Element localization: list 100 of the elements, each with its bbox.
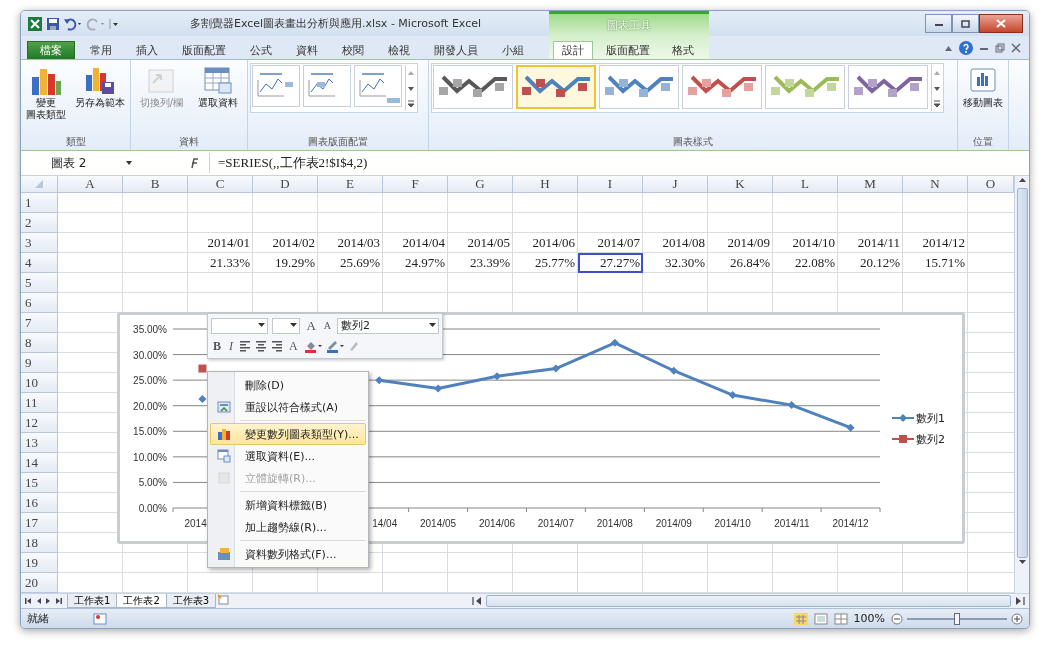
table-cell[interactable]: 2014/06 (513, 233, 578, 253)
table-cell[interactable]: 2014/11 (838, 233, 903, 253)
table-cell[interactable]: 2014/04 (383, 233, 448, 253)
help-icon[interactable] (959, 41, 973, 55)
formula-field[interactable]: =SERIES(,,工作表2!$I$4,2) (210, 154, 368, 172)
ribbon-tab[interactable]: 公式 (241, 41, 281, 59)
dropdown-caret-icon[interactable] (258, 323, 266, 329)
row-header[interactable]: 19 (21, 553, 58, 573)
save-icon[interactable] (46, 16, 60, 31)
last-sheet-icon[interactable] (55, 597, 62, 605)
record-macro-icon[interactable] (93, 612, 107, 625)
data-point[interactable] (375, 376, 384, 385)
ribbon-button[interactable]: 另存為範本 (72, 63, 127, 111)
file-tab[interactable]: 檔案 (27, 41, 75, 59)
row-header[interactable]: 3 (21, 233, 58, 253)
italic-button[interactable]: I (227, 338, 235, 354)
style-thumbnail[interactable] (765, 65, 845, 109)
menu-item[interactable]: 資料數列格式(F)... (210, 543, 366, 565)
menu-item[interactable]: 加上趨勢線(R)... (210, 516, 366, 538)
menu-item[interactable]: 新增資料標籤(B) (210, 494, 366, 516)
ribbon-tab[interactable]: 格式 (663, 41, 703, 59)
table-cell[interactable]: 25.69% (318, 253, 383, 273)
bold-button[interactable]: B (211, 338, 223, 354)
data-point[interactable] (198, 364, 207, 373)
sheet-tab[interactable]: 工作表2 (116, 594, 167, 608)
row-header[interactable]: 5 (21, 273, 58, 293)
data-point[interactable] (434, 384, 443, 393)
column-header[interactable]: C (188, 176, 253, 193)
table-cell[interactable]: 2014/08 (643, 233, 708, 253)
slider-thumb[interactable] (954, 612, 960, 625)
column-header[interactable]: F (383, 176, 448, 193)
table-cell[interactable]: 20.12% (838, 253, 903, 273)
menu-item[interactable]: 變更數列圖表類型(Y)... (210, 423, 366, 445)
ribbon-tab[interactable]: 小組 (493, 41, 533, 59)
horizontal-scrollbar[interactable] (486, 595, 1011, 607)
row-header[interactable]: 18 (21, 533, 58, 553)
prev-sheet-icon[interactable] (35, 597, 42, 605)
table-cell[interactable]: 2014/01 (188, 233, 253, 253)
style-thumbnail[interactable] (682, 65, 762, 109)
page-break-icon[interactable] (833, 612, 848, 625)
table-cell[interactable]: 27.27% (578, 253, 643, 273)
minimize-button[interactable] (925, 14, 952, 33)
align-right-icon[interactable] (271, 340, 283, 353)
row-header[interactable]: 11 (21, 393, 58, 413)
restore-icon[interactable] (995, 43, 1005, 53)
column-header[interactable]: E (318, 176, 383, 193)
align-left-icon[interactable] (239, 340, 251, 353)
table-cell[interactable]: 2014/05 (448, 233, 513, 253)
dropdown-caret-icon[interactable] (125, 160, 133, 166)
first-sheet-icon[interactable] (25, 597, 32, 605)
customize-caret-icon[interactable] (109, 16, 119, 31)
layout-thumbnail[interactable] (303, 65, 351, 107)
table-cell[interactable]: 2014/02 (253, 233, 318, 253)
ribbon-button[interactable]: 選取資料 (196, 63, 241, 111)
dropdown-caret-icon[interactable] (290, 323, 298, 329)
row-header[interactable]: 9 (21, 353, 58, 373)
row-header[interactable]: 13 (21, 433, 58, 453)
ribbon-tab[interactable]: 檢視 (379, 41, 419, 59)
row-header[interactable]: 6 (21, 293, 58, 313)
table-cell[interactable]: 2014/03 (318, 233, 383, 253)
sheet-tab[interactable]: 工作表1 (67, 594, 118, 608)
column-header[interactable]: L (773, 176, 838, 193)
data-point[interactable] (669, 366, 678, 375)
font-color-button[interactable]: A (287, 338, 300, 354)
style-thumbnail[interactable] (433, 65, 513, 109)
style-thumbnail[interactable] (848, 65, 928, 109)
row-header[interactable]: 17 (21, 513, 58, 533)
data-point[interactable] (610, 338, 619, 347)
column-header[interactable]: N (903, 176, 968, 193)
line-series[interactable] (379, 341, 852, 430)
table-cell[interactable]: 2014/07 (578, 233, 643, 253)
column-header[interactable]: J (643, 176, 708, 193)
next-sheet-icon[interactable] (45, 597, 52, 605)
ribbon-button[interactable]: 變更 圖表類型 (24, 63, 69, 123)
row-header[interactable]: 8 (21, 333, 58, 353)
column-header[interactable]: O (968, 176, 1014, 193)
layout-thumbnail[interactable] (252, 65, 300, 107)
zoom-out-icon[interactable] (891, 612, 903, 625)
series-dropdown[interactable]: 數列2 (337, 317, 439, 334)
table-cell[interactable]: 22.08% (773, 253, 838, 273)
style-thumbnail[interactable] (599, 65, 679, 109)
row-header[interactable]: 1 (21, 193, 58, 213)
column-header[interactable]: G (448, 176, 513, 193)
shrink-font-button[interactable]: A (321, 320, 334, 332)
close-icon[interactable] (1011, 43, 1021, 53)
fill-color-icon[interactable] (303, 339, 322, 354)
data-point[interactable] (198, 394, 207, 403)
data-point[interactable] (728, 391, 737, 400)
menu-item[interactable]: 刪除(D) (210, 374, 366, 396)
ribbon-button[interactable]: 移動圖表 (961, 63, 1005, 111)
row-header[interactable]: 12 (21, 413, 58, 433)
data-point[interactable] (787, 401, 796, 410)
column-header[interactable]: H (513, 176, 578, 193)
row-header[interactable]: 4 (21, 253, 58, 273)
collapse-ribbon-icon[interactable] (944, 44, 953, 52)
zoom-in-icon[interactable] (1011, 612, 1023, 625)
table-cell[interactable]: 26.84% (708, 253, 773, 273)
font-size-field[interactable] (272, 317, 301, 334)
row-header[interactable]: 14 (21, 453, 58, 473)
column-header[interactable]: K (708, 176, 773, 193)
